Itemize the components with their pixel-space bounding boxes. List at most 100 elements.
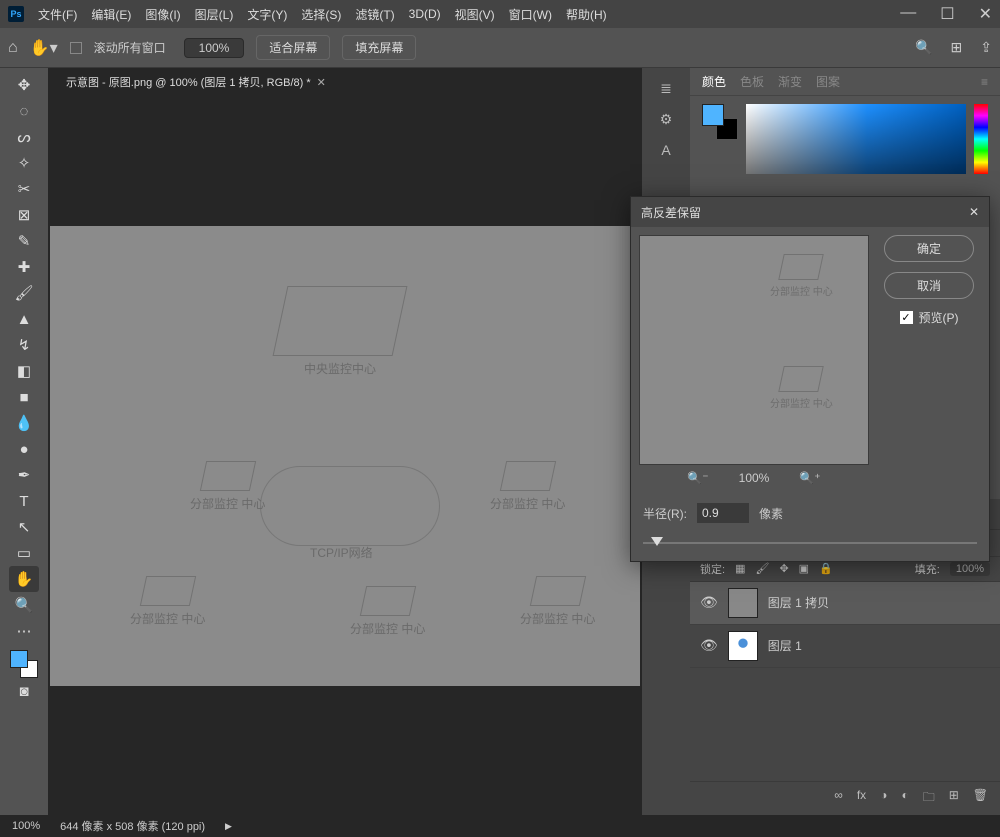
maximize-icon[interactable]: ☐ [940, 4, 954, 24]
gradient-tool[interactable]: ■ [9, 384, 39, 410]
layer-thumb[interactable] [728, 588, 758, 618]
preview-checkbox[interactable]: ✓ [900, 311, 913, 324]
heal-tool[interactable]: ✚ [9, 254, 39, 280]
preview-checkbox-label: 预览(P) [919, 309, 959, 326]
marquee-tool[interactable]: ◌ [9, 98, 39, 124]
color-swatch[interactable] [10, 650, 38, 678]
crop-tool[interactable]: ✂ [9, 176, 39, 202]
hand-tool[interactable]: ✋ [9, 566, 39, 592]
radius-slider[interactable] [643, 535, 977, 551]
layer-name[interactable]: 图层 1 拷贝 [768, 594, 829, 611]
workspace-icon[interactable]: ⊞ [951, 39, 963, 56]
fit-screen-button[interactable]: 适合屏幕 [256, 35, 330, 60]
lock-pos-icon[interactable]: ✥ [779, 562, 788, 575]
fill-screen-button[interactable]: 填充屏幕 [342, 35, 416, 60]
menu-3d[interactable]: 3D(D) [409, 7, 441, 21]
close-icon[interactable]: ✕ [979, 4, 992, 24]
canvas-node-branch3: 分部监控 中心 [130, 576, 205, 627]
fill-field[interactable]: 100% [950, 562, 990, 576]
layer-thumb[interactable] [728, 631, 758, 661]
document-tab[interactable]: 示意图 - 原图.png @ 100% (图层 1 拷贝, RGB/8) * ✕ [58, 70, 334, 94]
color-field[interactable] [746, 104, 966, 174]
dialog-preview[interactable]: 分部监控 中心 分部监控 中心 [639, 235, 869, 465]
menu-image[interactable]: 图像(I) [145, 6, 180, 23]
menu-layer[interactable]: 图层(L) [195, 6, 234, 23]
lock-trans-icon[interactable]: ▦ [735, 562, 745, 575]
zoom-tool[interactable]: 🔍 [9, 592, 39, 618]
ok-button[interactable]: 确定 [884, 235, 974, 262]
slider-knob[interactable] [651, 537, 663, 546]
lock-paint-icon[interactable]: 🖌 [755, 562, 769, 575]
pen-tool[interactable]: ✒ [9, 462, 39, 488]
hue-strip[interactable] [974, 104, 988, 174]
lasso-tool[interactable]: ᔕ [9, 124, 39, 150]
brush-tool[interactable]: 🖌 [9, 280, 39, 306]
wand-tool[interactable]: ✧ [9, 150, 39, 176]
mini-swatch[interactable] [702, 104, 738, 140]
eraser-tool[interactable]: ◧ [9, 358, 39, 384]
layer-row[interactable]: 👁 图层 1 [690, 625, 1000, 668]
layer-name[interactable]: 图层 1 [768, 637, 802, 654]
layer-row[interactable]: 👁 图层 1 拷贝 [690, 582, 1000, 625]
adjust-layer-icon[interactable]: ◐ [901, 788, 908, 809]
blur-tool[interactable]: 💧 [9, 410, 39, 436]
home-icon[interactable]: ⌂ [8, 39, 18, 57]
fg-color-swatch[interactable] [10, 650, 28, 668]
lock-all-icon[interactable]: 🔒 [819, 562, 833, 575]
panel-menu-icon[interactable]: ≡ [981, 75, 988, 89]
zoom-in-icon[interactable]: 🔍⁺ [799, 471, 820, 485]
status-arrow-icon[interactable]: ▶ [225, 821, 232, 832]
mask-icon[interactable]: ◑ [880, 788, 887, 809]
shape-tool[interactable]: ▭ [9, 540, 39, 566]
tab-patterns[interactable]: 图案 [816, 73, 840, 90]
history-brush-tool[interactable]: ↯ [9, 332, 39, 358]
char-panel-icon[interactable]: A [661, 142, 670, 158]
status-zoom[interactable]: 100% [12, 820, 40, 832]
menu-window[interactable]: 窗口(W) [509, 6, 552, 23]
stamp-tool[interactable]: ▲ [9, 306, 39, 332]
quickmask-icon[interactable]: ◙ [9, 678, 39, 704]
eyedropper-tool[interactable]: ✎ [9, 228, 39, 254]
document-tab-title: 示意图 - 原图.png @ 100% (图层 1 拷贝, RGB/8) * [66, 74, 311, 90]
tab-close-icon[interactable]: ✕ [317, 76, 326, 89]
dialog-close-icon[interactable]: ✕ [969, 205, 979, 219]
menu-edit[interactable]: 编辑(E) [91, 6, 131, 23]
menu-help[interactable]: 帮助(H) [566, 6, 607, 23]
frame-tool[interactable]: ⊠ [9, 202, 39, 228]
new-layer-icon[interactable]: ⊞ [949, 788, 959, 809]
canvas[interactable]: 中央监控中心 TCP/IP网络 分部监控 中心 分部监控 中心 分部监控 中心 … [50, 226, 640, 686]
visibility-icon[interactable]: 👁 [700, 637, 718, 654]
tab-color[interactable]: 颜色 [702, 73, 726, 90]
cancel-button[interactable]: 取消 [884, 272, 974, 299]
fx-icon[interactable]: fx [857, 788, 866, 809]
minimize-icon[interactable]: — [900, 4, 916, 24]
menu-filter[interactable]: 滤镜(T) [355, 6, 394, 23]
share-icon[interactable]: ⇪ [980, 39, 992, 56]
search-icon[interactable]: 🔍 [915, 39, 932, 56]
menu-type[interactable]: 文字(Y) [247, 6, 287, 23]
group-icon[interactable]: 🗀 [923, 788, 935, 809]
menu-file[interactable]: 文件(F) [38, 6, 77, 23]
properties-panel-icon[interactable]: ⚙ [660, 111, 673, 128]
delete-layer-icon[interactable]: 🗑 [973, 788, 988, 809]
menu-select[interactable]: 选择(S) [301, 6, 341, 23]
dialog-titlebar[interactable]: 高反差保留 ✕ [631, 197, 989, 227]
tab-gradients[interactable]: 渐变 [778, 73, 802, 90]
zoom-field[interactable]: 100% [184, 38, 245, 58]
scroll-all-checkbox[interactable] [70, 42, 82, 54]
type-tool[interactable]: T [9, 488, 39, 514]
zoom-out-icon[interactable]: 🔍⁻ [687, 471, 708, 485]
radius-input[interactable] [697, 503, 749, 523]
dodge-tool[interactable]: ● [9, 436, 39, 462]
tool-opts-icon[interactable]: ⋯ [9, 618, 39, 644]
move-tool[interactable]: ✥ [9, 72, 39, 98]
link-layers-icon[interactable]: ∞ [834, 788, 843, 809]
tab-swatches[interactable]: 色板 [740, 73, 764, 90]
path-tool[interactable]: ↖ [9, 514, 39, 540]
hand-tool-icon[interactable]: ✋▾ [30, 38, 58, 58]
visibility-icon[interactable]: 👁 [700, 594, 718, 611]
menu-view[interactable]: 视图(V) [455, 6, 495, 23]
history-panel-icon[interactable]: ≣ [660, 80, 672, 97]
lock-artb-icon[interactable]: ▣ [799, 562, 809, 575]
status-dims[interactable]: 644 像素 x 508 像素 (120 ppi) [60, 818, 205, 834]
